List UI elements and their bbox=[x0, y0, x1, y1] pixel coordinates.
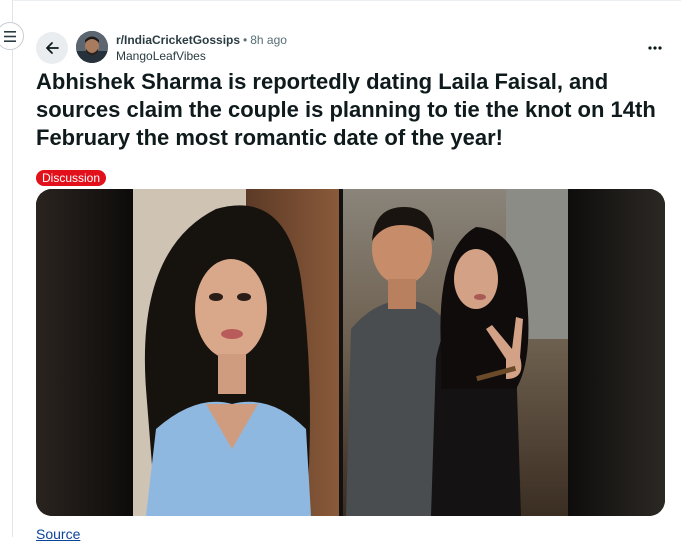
post-title: Abhishek Sharma is reportedly dating Lai… bbox=[36, 69, 656, 150]
source-link[interactable]: Source bbox=[36, 525, 80, 543]
post-flair-badge[interactable]: Discussion bbox=[36, 170, 107, 186]
back-button[interactable] bbox=[36, 32, 68, 64]
overflow-dots-icon bbox=[648, 46, 662, 50]
more-options-button[interactable] bbox=[640, 36, 670, 60]
post-image[interactable] bbox=[36, 189, 665, 516]
subreddit-link[interactable]: r/IndiaCricketGossips bbox=[116, 33, 240, 47]
hamburger-menu-button[interactable] bbox=[0, 22, 24, 50]
hamburger-icon bbox=[4, 30, 16, 42]
post-timestamp: 8h ago bbox=[250, 33, 287, 47]
avatar-image bbox=[76, 31, 108, 63]
post-meta: r/IndiaCricketGossips • 8h ago bbox=[116, 32, 287, 48]
subreddit-avatar[interactable] bbox=[76, 31, 108, 63]
left-nav-rail bbox=[0, 0, 13, 537]
top-divider bbox=[0, 0, 681, 1]
post-photo-collage bbox=[36, 189, 665, 516]
author-link[interactable]: MangoLeafVibes bbox=[116, 48, 206, 64]
meta-separator: • bbox=[243, 33, 248, 47]
arrow-left-icon bbox=[46, 42, 59, 54]
